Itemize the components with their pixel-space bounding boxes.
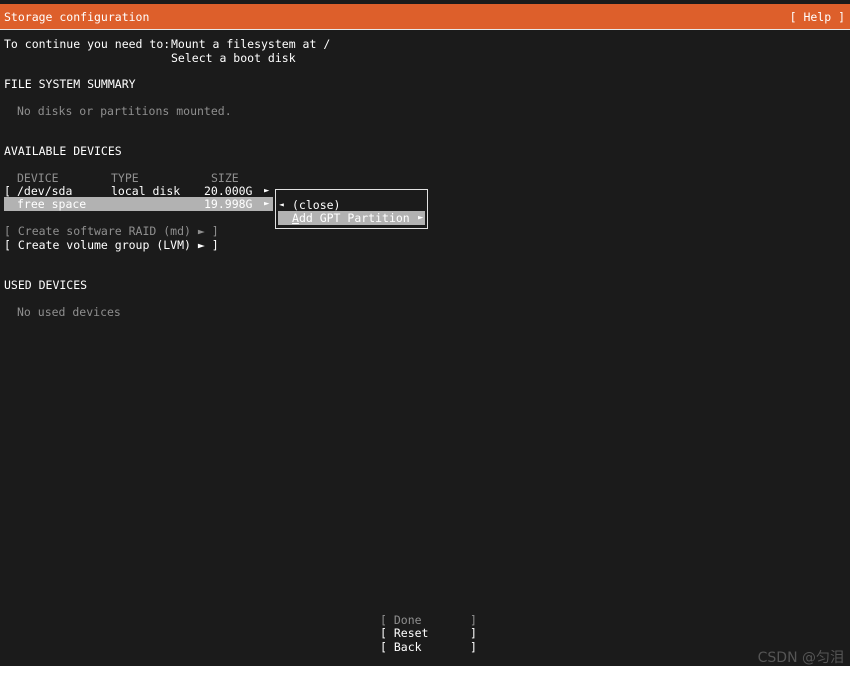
device-row-free-space[interactable]: free space 19.998G ► <box>4 197 273 211</box>
fs-summary-heading: FILE SYSTEM SUMMARY <box>4 77 136 91</box>
used-devices-empty: No used devices <box>17 305 121 319</box>
instruction-boot: Select a boot disk <box>171 51 296 65</box>
create-lvm-button[interactable]: [ Create volume group (LVM) ► ] <box>4 238 219 252</box>
help-button[interactable]: [ Help ] <box>790 10 845 24</box>
add-partition-arrow-icon: ► <box>418 213 424 223</box>
device-menu-arrow-icon[interactable]: ► <box>264 184 269 198</box>
done-button[interactable]: [ Done ] <box>380 613 477 627</box>
column-type: TYPE <box>111 171 139 185</box>
close-arrow-icon: ◄ <box>279 200 284 209</box>
add-partition-label-rest: dd GPT Partition <box>298 211 410 225</box>
column-size: SIZE <box>211 171 239 185</box>
add-partition-label: Add GPT Partition <box>292 211 410 225</box>
title-bar: Storage configuration [ Help ] <box>0 4 850 30</box>
device-type: local disk <box>111 184 181 198</box>
create-raid-button: [ Create software RAID (md) ► ] <box>4 224 219 238</box>
add-partition-hotkey: A <box>292 211 299 225</box>
used-devices-heading: USED DEVICES <box>4 278 88 292</box>
back-button[interactable]: [ Back ] <box>380 640 477 654</box>
free-space-arrow-icon[interactable]: ► <box>264 197 269 211</box>
device-name: /dev/sda <box>17 184 73 198</box>
column-device: DEVICE <box>17 171 59 185</box>
free-space-name: free space <box>17 197 87 211</box>
action-menu-popup: ◄ (close) Add GPT Partition ► <box>275 189 428 229</box>
device-size: 20.000G <box>204 184 253 198</box>
page-title: Storage configuration <box>4 10 150 24</box>
instruction-mount: Mount a filesystem at / <box>171 37 331 51</box>
watermark-text: CSDN @匀泪 <box>757 650 844 666</box>
reset-button[interactable]: [ Reset ] <box>380 626 477 640</box>
instructions-prefix: To continue you need to: <box>4 37 171 51</box>
menu-item-add-gpt-partition[interactable]: Add GPT Partition ► <box>278 211 425 225</box>
available-devices-heading: AVAILABLE DEVICES <box>4 144 122 158</box>
free-space-size: 19.998G <box>204 197 253 211</box>
close-label: (close) <box>292 198 341 212</box>
row-bracket: [ <box>4 184 11 198</box>
fs-summary-empty: No disks or partitions mounted. <box>17 104 232 118</box>
terminal-screen: Storage configuration [ Help ] To contin… <box>0 0 850 666</box>
